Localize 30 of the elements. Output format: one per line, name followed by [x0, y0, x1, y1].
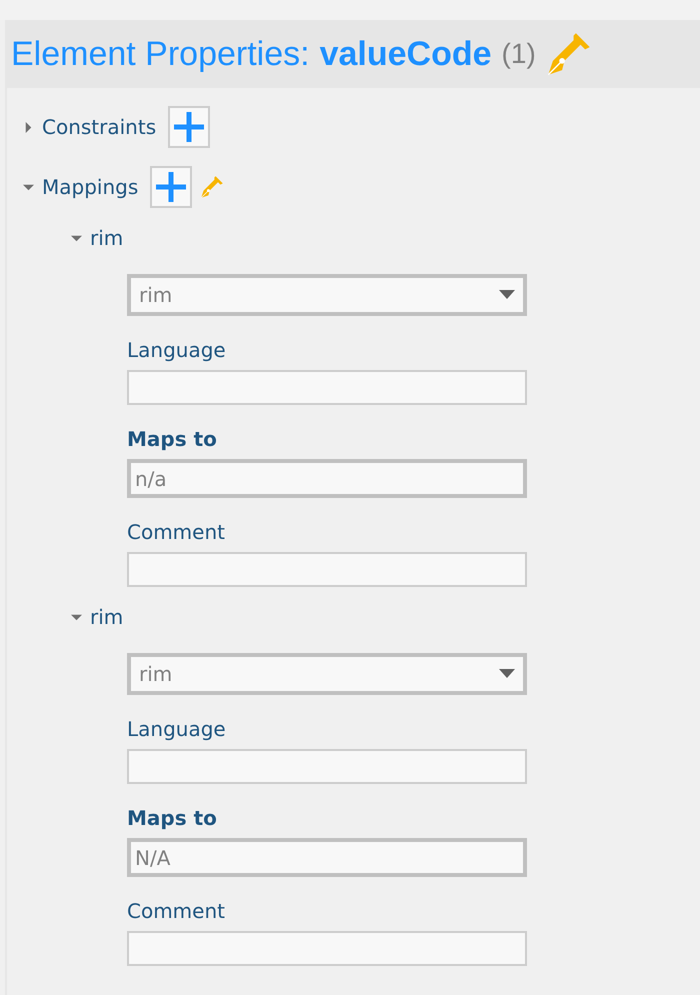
pen-icon[interactable]	[546, 31, 592, 77]
pen-icon[interactable]	[200, 175, 224, 199]
section-label[interactable]: Constraints	[42, 115, 156, 139]
field-label: Maps to	[127, 427, 218, 451]
dropdown[interactable]: rim	[127, 653, 527, 695]
expand-arrow-icon[interactable]	[23, 122, 34, 132]
mapping-label[interactable]: rim	[90, 226, 124, 250]
field-label: Language	[127, 338, 227, 362]
input-field[interactable]: n/a	[127, 459, 527, 498]
field-label: Comment	[127, 899, 226, 923]
input-field[interactable]	[127, 931, 527, 966]
field-label: Comment	[127, 520, 226, 544]
dropdown[interactable]: rim	[127, 274, 527, 316]
mapping-label[interactable]: rim	[90, 605, 124, 629]
field-label: Language	[127, 717, 227, 741]
input-field[interactable]	[127, 552, 527, 587]
input-field[interactable]	[127, 749, 527, 784]
plus-icon	[155, 171, 188, 203]
plus-icon	[173, 111, 206, 143]
element-count: (1)	[502, 38, 536, 70]
element-name: valueCode	[320, 34, 492, 74]
caret-icon	[499, 290, 515, 300]
add-button[interactable]	[168, 106, 210, 148]
caret-icon	[499, 669, 515, 679]
field-label: Maps to	[127, 806, 218, 830]
input-field[interactable]: N/A	[127, 838, 527, 877]
panel-title: Element Properties:	[11, 34, 310, 74]
section-label[interactable]: Mappings	[42, 175, 138, 199]
add-button[interactable]	[150, 166, 192, 208]
input-field[interactable]	[127, 370, 527, 405]
